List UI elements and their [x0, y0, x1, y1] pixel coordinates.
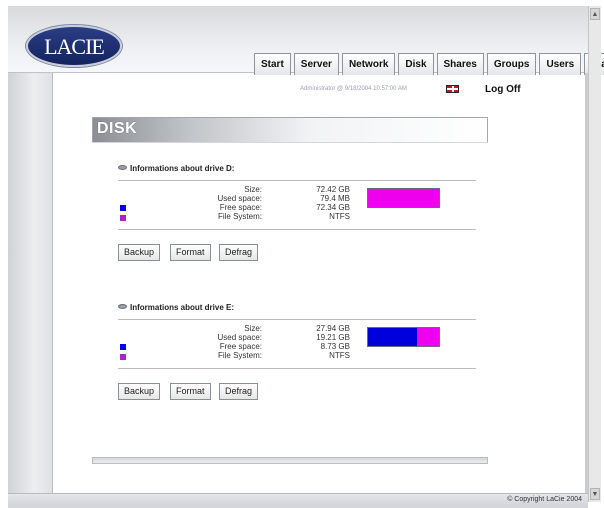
log-off-link[interactable]: Log Off: [485, 84, 521, 95]
free-segment: [416, 328, 439, 346]
drive-d-header: Informations about drive D:: [118, 164, 476, 180]
size-label: Size:: [244, 185, 262, 194]
copyright-text: © Copyright LaCie 2004: [507, 496, 582, 503]
browser-window: LACIE Start Server Network Disk Shares G…: [0, 0, 604, 508]
drive-d-heading: Informations about drive D:: [130, 164, 235, 173]
free-space-value: 72.34 GB: [316, 203, 350, 212]
drive-e-actions: Backup Format Defrag: [118, 383, 476, 401]
uk-flag-icon[interactable]: [446, 85, 459, 93]
page-title: DISK: [97, 120, 138, 137]
used-space-value: 79.4 MB: [320, 194, 350, 203]
drive-e-usage-bar: [367, 327, 440, 347]
logo-text: LACIE: [44, 34, 105, 59]
admin-status-text: Administrator @ 9/18/2004 10:57:00 AM: [300, 86, 407, 92]
left-decorative-band: [8, 73, 53, 493]
right-decorative-edge: [585, 73, 588, 493]
file-system-label: File System:: [217, 351, 262, 360]
format-button[interactable]: Format: [170, 383, 211, 400]
bottom-divider: [92, 457, 488, 464]
drive-d-stats: Size: Used space: Free space: File Syste…: [118, 181, 476, 229]
header-band: LACIE Start Server Network Disk Shares G…: [8, 6, 604, 75]
free-space-label: Free space:: [219, 342, 262, 351]
used-space-label: Used space:: [217, 194, 262, 203]
section-divider: [118, 229, 476, 230]
backup-button[interactable]: Backup: [118, 244, 161, 261]
scroll-up-icon[interactable]: ▲: [590, 8, 600, 20]
format-button[interactable]: Format: [170, 244, 211, 261]
main-nav-tabs: Start Server Network Disk Shares Groups …: [254, 53, 604, 77]
free-space-label: Free space:: [219, 203, 262, 212]
drive-d-section: Informations about drive D: Size: Used s…: [118, 164, 476, 262]
tab-disk[interactable]: Disk: [398, 53, 434, 75]
drive-e-heading: Informations about drive E:: [130, 303, 235, 312]
size-value: 27.94 GB: [316, 324, 350, 333]
free-legend-icon: [120, 215, 126, 221]
section-divider: [118, 368, 476, 369]
vertical-scrollbar[interactable]: ▲ ▼: [588, 6, 601, 502]
defrag-button[interactable]: Defrag: [219, 383, 259, 400]
used-legend-icon: [120, 205, 126, 211]
tab-users[interactable]: Users: [539, 53, 582, 75]
file-system-label: File System:: [217, 212, 262, 221]
tab-start[interactable]: Start: [254, 53, 291, 75]
tab-shares[interactable]: Shares: [436, 53, 484, 75]
tab-server[interactable]: Server: [293, 53, 339, 75]
drive-icon: [118, 304, 127, 309]
drive-d-usage-bar: [367, 188, 440, 208]
backup-button[interactable]: Backup: [118, 383, 161, 400]
used-segment: [368, 328, 417, 346]
drive-e-header: Informations about drive E:: [118, 303, 476, 319]
file-system-value: NTFS: [329, 212, 350, 221]
size-value: 72.42 GB: [316, 185, 350, 194]
tab-network[interactable]: Network: [341, 53, 396, 75]
drive-e-section: Informations about drive E: Size: Used s…: [118, 303, 476, 401]
drive-icon: [118, 165, 127, 170]
used-legend-icon: [120, 344, 126, 350]
used-space-value: 19.21 GB: [316, 333, 350, 342]
lacie-logo[interactable]: LACIE: [26, 25, 122, 67]
file-system-value: NTFS: [329, 351, 350, 360]
used-space-label: Used space:: [217, 333, 262, 342]
scroll-down-icon[interactable]: ▼: [590, 488, 600, 500]
free-space-value: 8.73 GB: [320, 342, 350, 351]
page-title-bar: DISK: [92, 117, 488, 143]
defrag-button[interactable]: Defrag: [219, 244, 259, 261]
drive-d-actions: Backup Format Defrag: [118, 244, 476, 262]
free-legend-icon: [120, 354, 126, 360]
size-label: Size:: [244, 324, 262, 333]
footer-bar: © Copyright LaCie 2004: [8, 493, 588, 508]
drive-e-stats: Size: Used space: Free space: File Syste…: [118, 320, 476, 368]
tab-groups[interactable]: Groups: [486, 53, 537, 75]
free-segment: [368, 189, 439, 207]
title-divider: [92, 142, 488, 143]
